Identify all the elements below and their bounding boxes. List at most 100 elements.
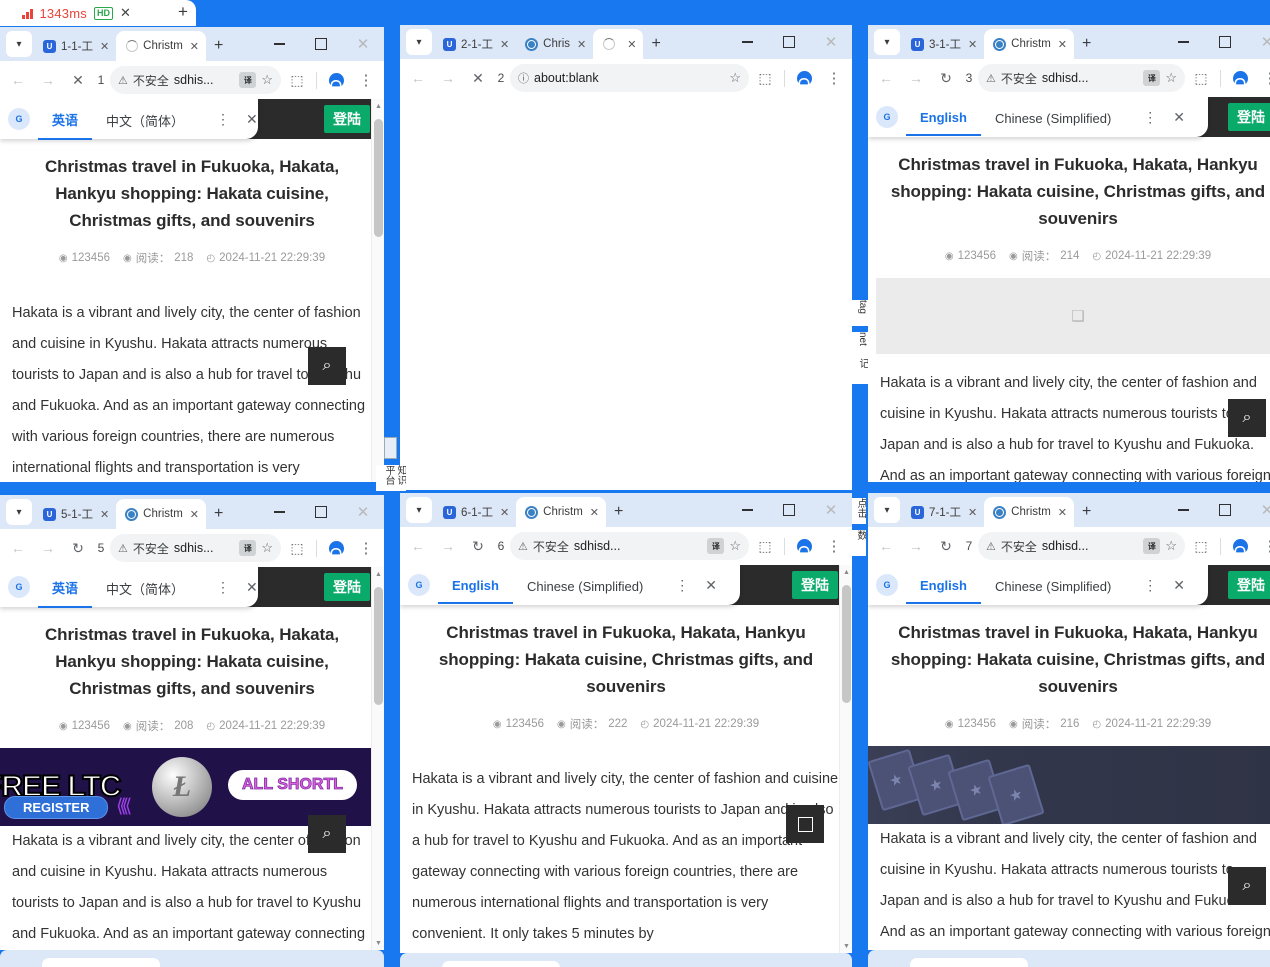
advertisement-banner-dark[interactable]: ★★★★: [868, 746, 1270, 824]
maximize-button[interactable]: [768, 25, 810, 59]
tab-search-chevron-down-icon[interactable]: ▾: [6, 499, 32, 525]
extensions-icon[interactable]: ⬚: [283, 534, 311, 562]
bookmark-star-icon[interactable]: ☆: [261, 72, 273, 88]
floating-square-button[interactable]: [786, 805, 824, 843]
session-close-icon[interactable]: ✕: [120, 5, 131, 21]
tab-search-chevron-down-icon[interactable]: ▾: [6, 31, 32, 57]
tab-search-chevron-down-icon[interactable]: ▾: [874, 29, 900, 55]
maximize-button[interactable]: [768, 493, 810, 527]
scroll-up-arrow-icon[interactable]: ▲: [840, 565, 852, 579]
translate-page-icon[interactable]: 译: [1143, 538, 1160, 554]
translate-close-button[interactable]: ✕: [697, 577, 725, 594]
bookmark-star-icon[interactable]: ☆: [729, 70, 741, 86]
tab-close-icon[interactable]: ✕: [577, 38, 586, 51]
translate-close-button[interactable]: ✕: [238, 579, 266, 596]
back-button[interactable]: ←: [872, 64, 900, 92]
new-tab-button[interactable]: +: [614, 503, 623, 521]
maximize-button[interactable]: [300, 27, 342, 61]
browser-tab-inactive[interactable]: U1-1-工✕: [34, 31, 116, 61]
new-tab-button[interactable]: +: [214, 37, 223, 55]
translate-page-icon[interactable]: 译: [1143, 70, 1160, 86]
translate-options-menu[interactable]: ⋮: [208, 579, 238, 596]
scrollbar-thumb[interactable]: [374, 119, 383, 237]
translate-target-language-tab[interactable]: 中文（简体）: [92, 100, 198, 139]
translate-target-language-tab[interactable]: Chinese (Simplified): [981, 568, 1125, 603]
extensions-icon[interactable]: ⬚: [751, 64, 779, 92]
forward-button[interactable]: →: [434, 532, 462, 560]
forward-button[interactable]: →: [902, 532, 930, 560]
browser-tab-active[interactable]: Christm✕: [116, 31, 206, 61]
tab-close-icon[interactable]: ✕: [1058, 38, 1067, 51]
browser-tab-inactive[interactable]: U7-1-工✕: [902, 497, 984, 527]
translate-page-icon[interactable]: 译: [239, 540, 256, 556]
back-button[interactable]: ←: [4, 534, 32, 562]
address-bar[interactable]: ⚠不安全sdhisd...译☆: [978, 64, 1185, 92]
login-button[interactable]: 登陆: [324, 573, 370, 601]
search-floating-button[interactable]: ⌕: [308, 347, 346, 385]
scrollbar-thumb[interactable]: [374, 587, 383, 705]
tab-close-icon[interactable]: ✕: [968, 506, 977, 519]
ad-register-button[interactable]: REGISTER: [4, 796, 108, 819]
translate-page-icon[interactable]: 译: [707, 538, 724, 554]
back-button[interactable]: ←: [4, 66, 32, 94]
minimize-button[interactable]: [258, 495, 300, 529]
browser-menu-button[interactable]: ⋮: [1256, 64, 1270, 92]
browser-menu-button[interactable]: ⋮: [1256, 532, 1270, 560]
back-button[interactable]: ←: [404, 64, 432, 92]
address-bar[interactable]: ⚠不安全sdhis...译☆: [110, 534, 281, 562]
tab-search-chevron-down-icon[interactable]: ▾: [406, 29, 432, 55]
tab-close-icon[interactable]: ✕: [190, 40, 199, 53]
login-button[interactable]: 登陆: [324, 105, 370, 133]
login-button[interactable]: 登陆: [1228, 103, 1270, 131]
maximize-button[interactable]: [300, 495, 342, 529]
translate-target-language-tab[interactable]: Chinese (Simplified): [513, 568, 657, 603]
bookmark-star-icon[interactable]: ☆: [1165, 70, 1177, 86]
close-window-button[interactable]: ✕: [1246, 25, 1270, 59]
minimize-button[interactable]: [258, 27, 300, 61]
session-new-tab-button[interactable]: +: [178, 2, 188, 22]
translate-close-button[interactable]: ✕: [1165, 109, 1193, 126]
scroll-down-arrow-icon[interactable]: ▼: [840, 939, 852, 953]
search-floating-button[interactable]: ⌕: [1228, 867, 1266, 905]
browser-tab-inactive[interactable]: Chris✕: [516, 29, 593, 59]
profile-avatar[interactable]: [1226, 532, 1254, 560]
new-tab-button[interactable]: +: [1082, 35, 1091, 53]
page-scrollbar[interactable]: ▲▼: [371, 99, 384, 482]
profile-avatar[interactable]: [322, 534, 350, 562]
maximize-button[interactable]: [1204, 25, 1246, 59]
browser-tab-inactive[interactable]: U2-1-工✕: [434, 29, 516, 59]
tab-search-chevron-down-icon[interactable]: ▾: [406, 497, 432, 523]
browser-tab-inactive[interactable]: U6-1-工✕: [434, 497, 516, 527]
tab-close-icon[interactable]: ✕: [1058, 506, 1067, 519]
extensions-icon[interactable]: ⬚: [1187, 532, 1215, 560]
scroll-up-arrow-icon[interactable]: ▲: [372, 567, 384, 581]
scrollbar-thumb[interactable]: [842, 585, 851, 703]
tab-close-icon[interactable]: ✕: [590, 506, 599, 519]
ad-cta-pill[interactable]: ALL SHORTL: [228, 770, 357, 800]
close-window-button[interactable]: ✕: [810, 493, 852, 527]
address-bar[interactable]: ⚠不安全sdhis...译☆: [110, 66, 281, 94]
tab-close-icon[interactable]: ✕: [627, 38, 636, 51]
translate-options-menu[interactable]: ⋮: [208, 111, 238, 128]
translate-options-menu[interactable]: ⋮: [667, 577, 697, 594]
close-window-button[interactable]: ✕: [342, 495, 384, 529]
translate-target-language-tab[interactable]: Chinese (Simplified): [981, 100, 1125, 135]
reload-button[interactable]: ↻: [464, 532, 492, 560]
translate-target-language-tab[interactable]: 中文（简体）: [92, 568, 198, 607]
stop-button[interactable]: ✕: [64, 66, 92, 94]
browser-tab-active[interactable]: Christm✕: [984, 29, 1074, 59]
minimize-button[interactable]: [1162, 493, 1204, 527]
translate-source-language-tab[interactable]: 英语: [38, 99, 92, 140]
extensions-icon[interactable]: ⬚: [283, 66, 311, 94]
maximize-button[interactable]: [1204, 493, 1246, 527]
minimize-button[interactable]: [726, 493, 768, 527]
tab-close-icon[interactable]: ✕: [500, 38, 509, 51]
extensions-icon[interactable]: ⬚: [1187, 64, 1215, 92]
forward-button[interactable]: →: [34, 534, 62, 562]
browser-menu-button[interactable]: ⋮: [820, 532, 848, 560]
translate-page-icon[interactable]: 译: [239, 72, 256, 88]
bookmark-star-icon[interactable]: ☆: [729, 538, 741, 554]
close-window-button[interactable]: ✕: [1246, 493, 1270, 527]
bookmark-star-icon[interactable]: ☆: [261, 540, 273, 556]
back-button[interactable]: ←: [404, 532, 432, 560]
